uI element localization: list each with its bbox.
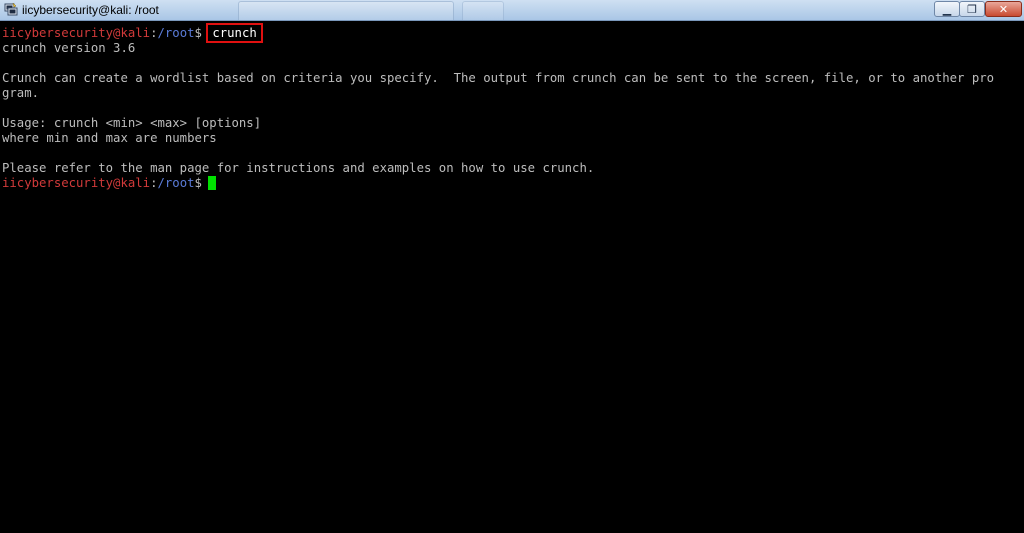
prompt-path: /root [157,26,195,40]
refer-line: Please refer to the man page for instruc… [2,161,595,175]
close-icon: ✕ [998,2,1009,16]
background-window-tab [238,1,454,20]
minimize-icon: ▁ [942,2,952,16]
maximize-button[interactable]: ❐ [959,1,985,17]
command-prompt-line: iicybersecurity@kali:/root$ crunch [2,23,263,43]
highlighted-command: crunch [206,23,263,43]
window-title: iicybersecurity@kali: /root [22,3,159,17]
active-prompt-line[interactable]: iicybersecurity@kali:/root$ [2,176,216,191]
description-line: Crunch can create a wordlist based on cr… [2,71,995,85]
prompt-path: /root [157,176,195,190]
background-window-tab [462,1,504,20]
minimize-button[interactable]: ▁ [934,1,960,17]
title-bar: iicybersecurity@kali: /root ▁ ❐ ✕ [0,0,1024,21]
prompt-user-host: iicybersecurity@kali [2,176,151,190]
putty-terminal-icon[interactable] [4,2,18,16]
prompt-user-host: iicybersecurity@kali [2,26,151,40]
text-cursor [207,176,216,190]
maximize-icon: ❐ [967,2,977,16]
version-line: crunch version 3.6 [2,41,136,55]
where-line: where min and max are numbers [2,131,217,145]
terminal-output[interactable]: iicybersecurity@kali:/root$ crunch crunc… [0,21,1024,533]
close-button[interactable]: ✕ [985,1,1022,17]
description-line-wrap: gram. [2,86,40,100]
usage-line: Usage: crunch <min> <max> [options] [2,116,262,130]
